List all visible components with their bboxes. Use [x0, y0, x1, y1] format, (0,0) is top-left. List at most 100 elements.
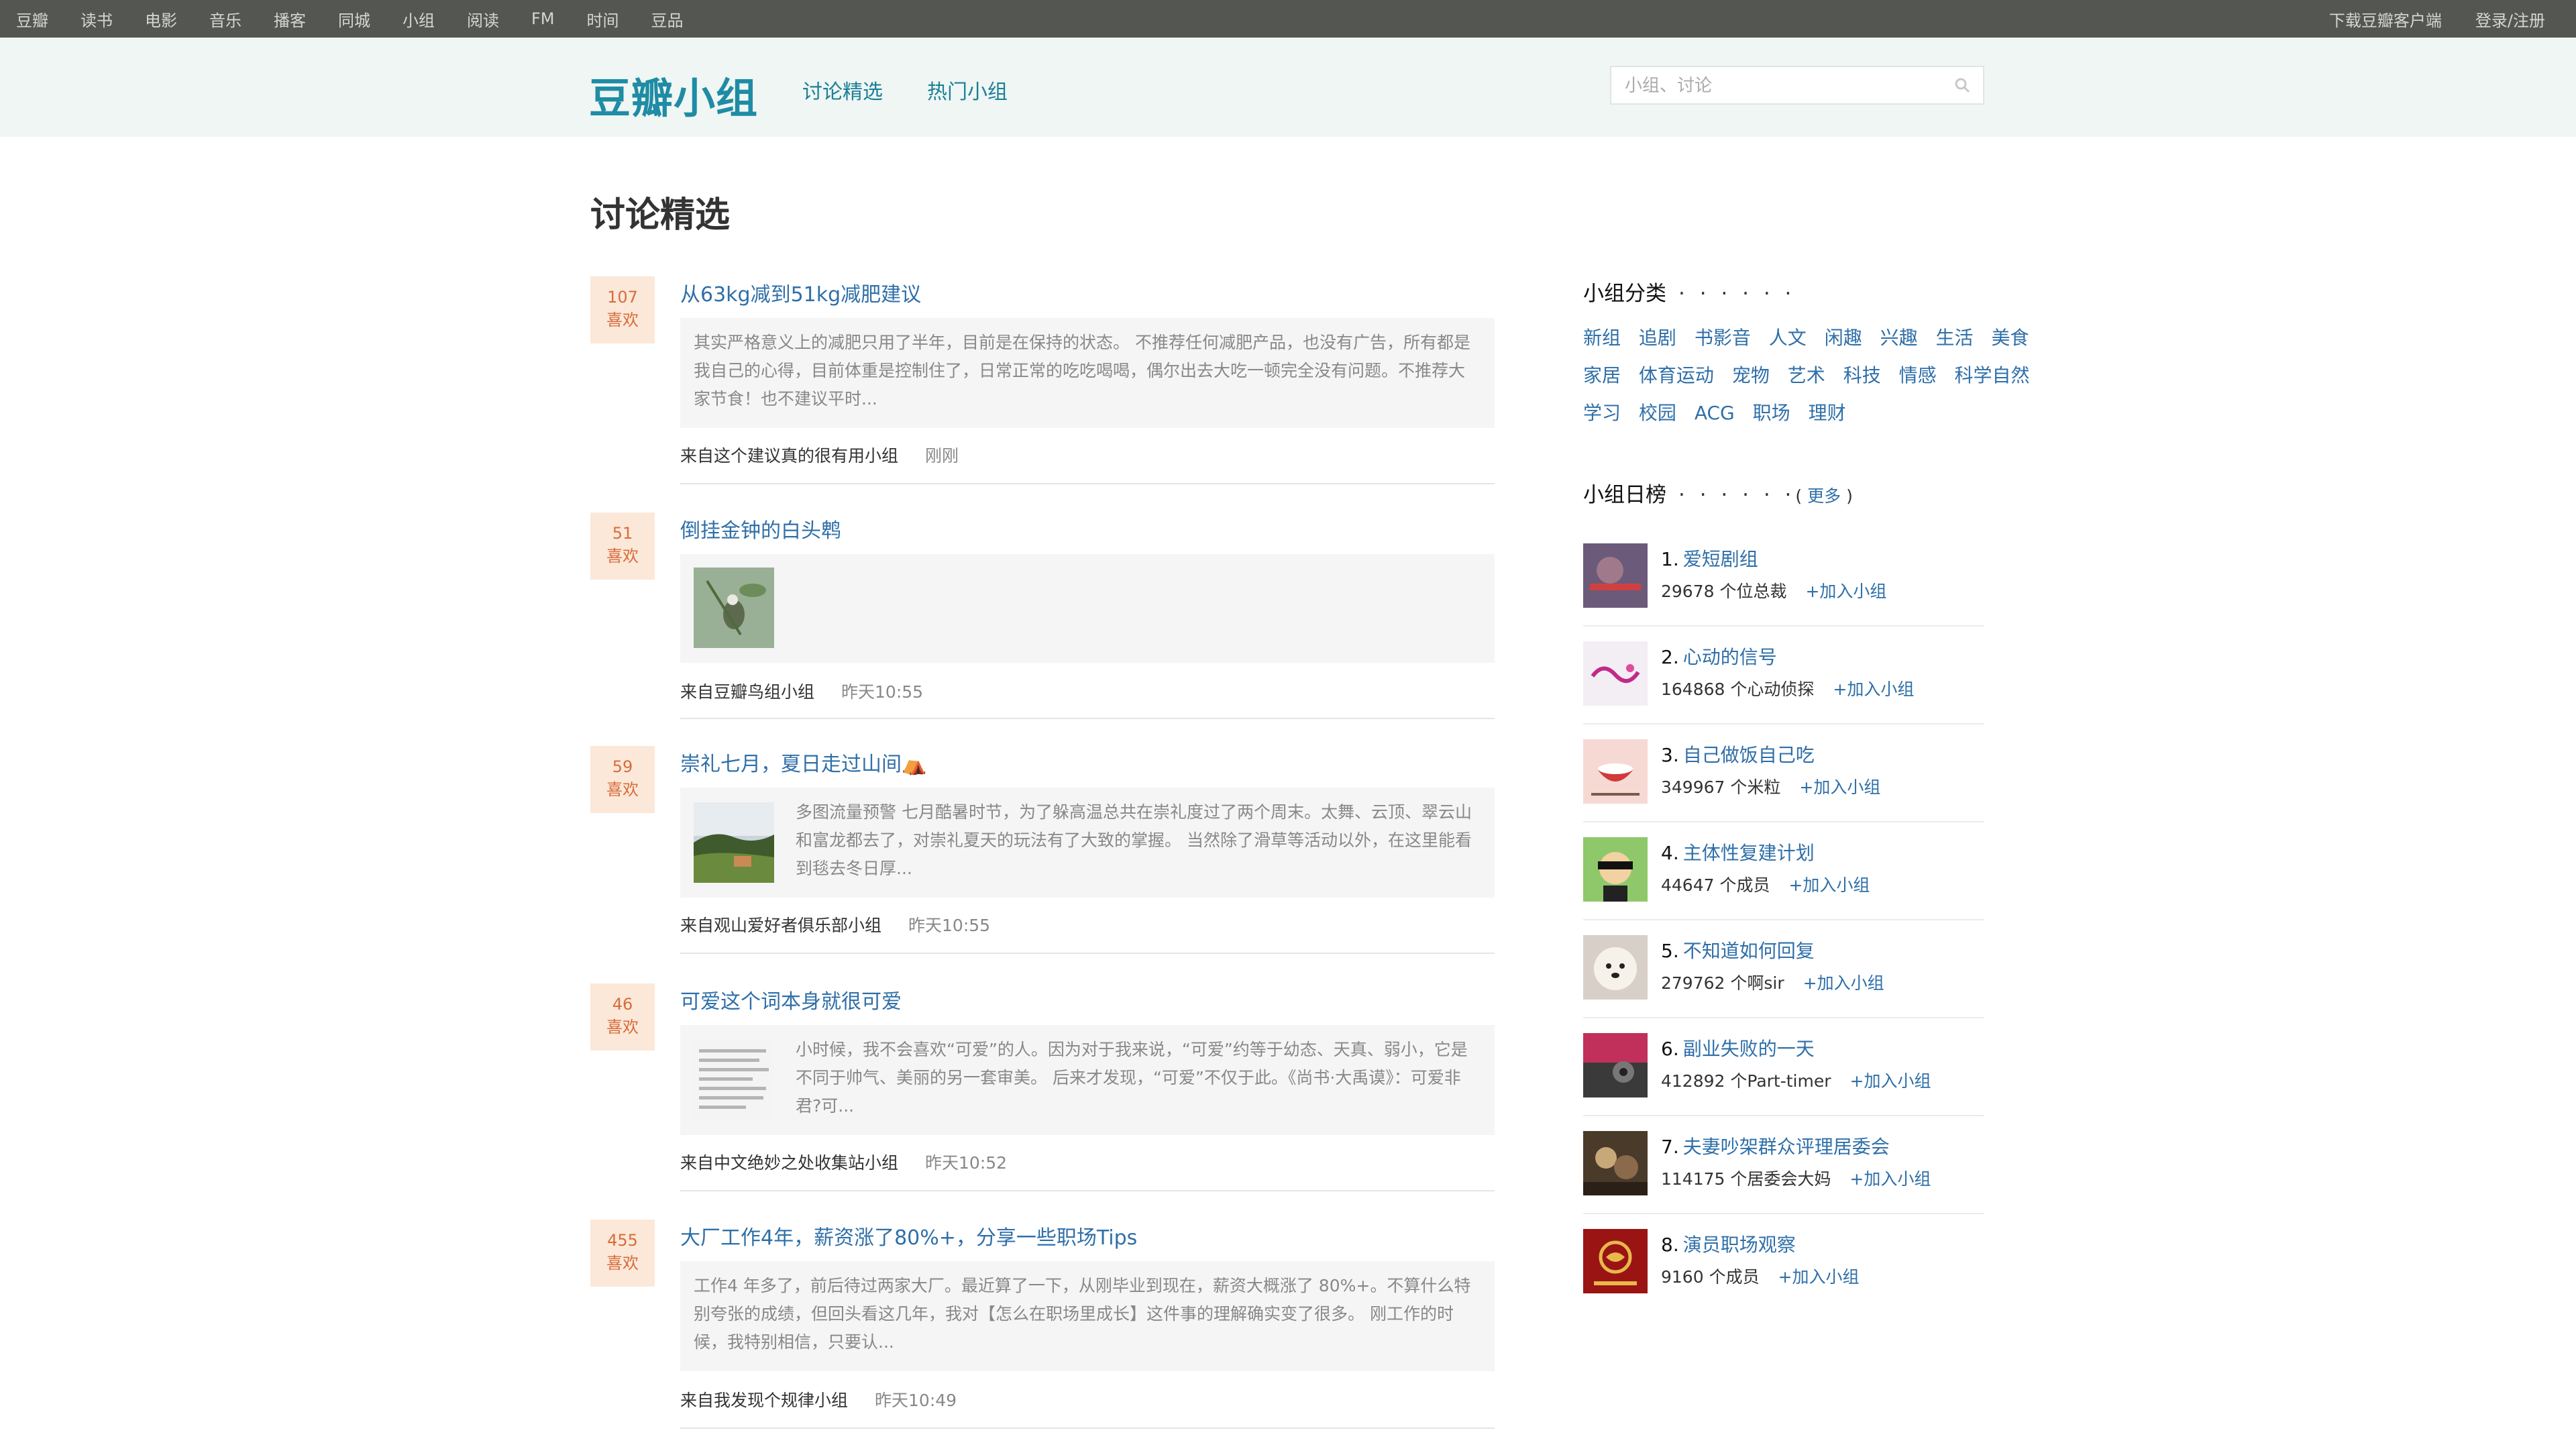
nav-fm[interactable]: FM: [531, 9, 555, 28]
category-link[interactable]: 家居: [1583, 364, 1621, 386]
category-link[interactable]: 宠物: [1732, 364, 1770, 386]
rank-item: 7. 夫妻吵架群众评理居委会 114175 个居委会大妈 +加入小组: [1583, 1131, 1984, 1229]
divider: [1583, 1017, 1984, 1018]
search-input[interactable]: [1611, 67, 1962, 105]
join-group-button[interactable]: +加入小组: [1803, 973, 1884, 993]
nav-read[interactable]: 阅读: [467, 7, 499, 31]
group-avatar[interactable]: [1583, 935, 1648, 1000]
group-link[interactable]: 来自中文绝妙之处收集站小组: [680, 1153, 898, 1173]
category-link[interactable]: 理财: [1809, 402, 1846, 424]
group-avatar[interactable]: [1583, 1033, 1648, 1097]
topic-title[interactable]: 倒挂金钟的白头鹎: [680, 514, 841, 543]
category-link[interactable]: 情感: [1899, 364, 1937, 386]
group-link[interactable]: 来自我发现个规律小组: [680, 1391, 848, 1410]
member-count: 164868 个心动侦探: [1661, 680, 1815, 699]
category-link[interactable]: 科技: [1843, 364, 1881, 386]
join-group-button[interactable]: +加入小组: [1799, 777, 1880, 797]
topic-excerpt[interactable]: 多图流量预警 七月酷暑时节，为了躲高温总共在崇礼度过了两个周末。太舞、云顶、翠云…: [680, 788, 1495, 898]
rank-item: 6. 副业失败的一天 412892 个Part-timer +加入小组: [1583, 1033, 1984, 1131]
category-link[interactable]: 生活: [1936, 327, 1974, 349]
excerpt-text: 多图流量预警 七月酷暑时节，为了躲高温总共在崇礼度过了两个周末。太舞、云顶、翠云…: [796, 802, 1472, 878]
category-link[interactable]: 闲趣: [1825, 327, 1862, 349]
nav-podcast[interactable]: 播客: [274, 7, 306, 31]
group-name-link[interactable]: 爱短剧组: [1683, 548, 1758, 570]
group-avatar[interactable]: [1583, 1229, 1648, 1293]
divider: [1583, 919, 1984, 920]
group-name-link[interactable]: 不知道如何回复: [1683, 940, 1815, 962]
category-link[interactable]: 人文: [1769, 327, 1807, 349]
rank-title: 小组日榜: [1583, 483, 1666, 507]
nav-group[interactable]: 小组: [402, 7, 435, 31]
group-name-link[interactable]: 主体性复建计划: [1683, 842, 1815, 864]
category-row: 学习 校园 ACG 职场 理财: [1583, 398, 1858, 425]
nav-time[interactable]: 时间: [587, 7, 619, 31]
site-logo[interactable]: 豆瓣小组: [589, 64, 758, 125]
text-image-thumbnail[interactable]: [694, 1040, 774, 1120]
topic-title[interactable]: 从63kg减到51kg减肥建议: [680, 278, 921, 307]
group-link[interactable]: 来自观山爱好者俱乐部小组: [680, 916, 881, 935]
group-link[interactable]: 来自这个建议真的很有用小组: [680, 446, 898, 466]
category-link[interactable]: 美食: [1991, 327, 2029, 349]
nav-douban[interactable]: 豆瓣: [16, 7, 48, 31]
category-link[interactable]: 体育运动: [1639, 364, 1714, 386]
like-label: 喜欢: [606, 780, 639, 799]
download-app-link[interactable]: 下载豆瓣客户端: [2329, 7, 2442, 31]
join-group-button[interactable]: +加入小组: [1805, 582, 1886, 601]
join-group-button[interactable]: +加入小组: [1849, 1169, 1931, 1189]
join-group-button[interactable]: +加入小组: [1850, 1071, 1931, 1091]
group-avatar[interactable]: [1583, 1131, 1648, 1195]
group-name-link[interactable]: 夫妻吵架群众评理居委会: [1683, 1136, 1890, 1158]
category-link[interactable]: 追剧: [1639, 327, 1676, 349]
group-name-link[interactable]: 心动的信号: [1683, 646, 1777, 668]
category-link[interactable]: 新组: [1583, 327, 1621, 349]
category-link[interactable]: 书影音: [1695, 327, 1751, 349]
topic-excerpt[interactable]: [680, 554, 1495, 663]
more-link[interactable]: 更多: [1807, 486, 1841, 506]
join-group-button[interactable]: +加入小组: [1833, 680, 1914, 699]
topic-item: 51 喜欢 倒挂金钟的白头鹎 来自豆瓣鸟组小组 昨天10:55: [590, 513, 1496, 720]
group-name-link[interactable]: 演员职场观察: [1683, 1234, 1796, 1256]
group-avatar[interactable]: [1583, 641, 1648, 706]
group-avatar[interactable]: [1583, 543, 1648, 608]
bird-photo-thumbnail[interactable]: [694, 568, 774, 648]
topic-title[interactable]: 崇礼七月，夏日走过山间⛺: [680, 747, 926, 777]
search-icon[interactable]: [1953, 76, 1971, 94]
group-header: 豆瓣小组 讨论精选 热门小组: [0, 38, 2576, 137]
like-label: 喜欢: [606, 547, 639, 566]
nav-music[interactable]: 音乐: [209, 7, 241, 31]
member-count: 412892 个Part-timer: [1661, 1071, 1831, 1091]
category-link[interactable]: 艺术: [1788, 364, 1825, 386]
category-link[interactable]: 科学自然: [1955, 364, 2030, 386]
join-group-button[interactable]: +加入小组: [1788, 875, 1870, 895]
topic-time: 昨天10:52: [925, 1153, 1008, 1173]
category-link[interactable]: 兴趣: [1880, 327, 1918, 349]
topic-title[interactable]: 可爱这个词本身就很可爱: [680, 985, 902, 1014]
topic-excerpt[interactable]: 其实严格意义上的减肥只用了半年，目前是在保持的状态。 不推荐任何减肥产品，也没有…: [680, 318, 1495, 428]
category-link[interactable]: 学习: [1583, 402, 1621, 424]
topic-title[interactable]: 大厂工作4年，薪资涨了80%+，分享一些职场Tips: [680, 1221, 1137, 1250]
category-link[interactable]: ACG: [1695, 402, 1735, 424]
nav-market[interactable]: 豆品: [651, 7, 684, 31]
group-name-link[interactable]: 自己做饭自己吃: [1683, 744, 1815, 766]
topic-excerpt[interactable]: 小时候，我不会喜欢“可爱”的人。因为对于我来说，“可爱”约等于幼态、天真、弱小，…: [680, 1025, 1495, 1135]
login-register-link[interactable]: 登录/注册: [2475, 7, 2545, 31]
nav-movie[interactable]: 电影: [145, 7, 177, 31]
group-avatar[interactable]: [1583, 739, 1648, 804]
tab-discussion-picks[interactable]: 讨论精选: [802, 75, 883, 105]
topic-excerpt[interactable]: 工作4 年多了，前后待过两家大厂。最近算了一下，从刚毕业到现在，薪资大概涨了 8…: [680, 1261, 1495, 1371]
category-link[interactable]: 职场: [1753, 402, 1790, 424]
join-group-button[interactable]: +加入小组: [1778, 1267, 1860, 1287]
nav-local[interactable]: 同城: [338, 7, 370, 31]
group-name-link[interactable]: 副业失败的一天: [1683, 1038, 1815, 1060]
like-badge: 455 喜欢: [590, 1220, 655, 1287]
category-link[interactable]: 校园: [1639, 402, 1676, 424]
group-link[interactable]: 来自豆瓣鸟组小组: [680, 682, 814, 702]
group-avatar[interactable]: [1583, 837, 1648, 902]
member-count: 114175 个居委会大妈: [1661, 1169, 1831, 1189]
mountain-photo-thumbnail[interactable]: [694, 802, 774, 883]
topic-item: 455 喜欢 大厂工作4年，薪资涨了80%+，分享一些职场Tips 工作4 年多…: [590, 1220, 1496, 1430]
tab-hot-groups[interactable]: 热门小组: [927, 75, 1008, 105]
nav-book[interactable]: 读书: [80, 7, 113, 31]
rank-number: 1.: [1661, 548, 1679, 570]
member-count: 349967 个米粒: [1661, 777, 1781, 797]
